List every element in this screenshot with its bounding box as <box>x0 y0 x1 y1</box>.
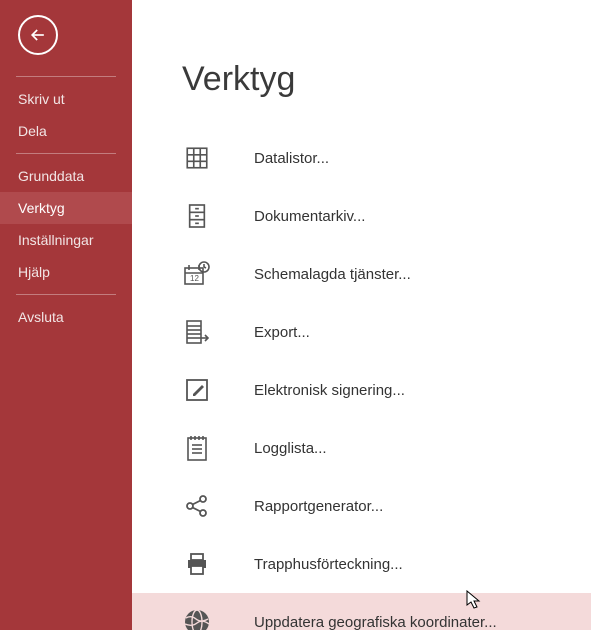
svg-text:12: 12 <box>190 274 199 283</box>
page-title: Verktyg <box>182 60 591 99</box>
divider <box>16 76 116 77</box>
tool-label: Dokumentarkiv... <box>254 208 365 225</box>
tool-scheduled-services[interactable]: 12 Schemalagda tjänster... <box>132 245 591 303</box>
tool-label: Export... <box>254 324 310 341</box>
printer-icon <box>182 549 212 579</box>
main-content: Verktyg Datalistor... Dokumentarkiv.. <box>132 0 591 630</box>
tool-label: Trapphusförteckning... <box>254 556 403 573</box>
nav-tools[interactable]: Verktyg <box>0 192 132 224</box>
nav-exit[interactable]: Avsluta <box>0 301 132 333</box>
tool-update-geo-coordinates[interactable]: Uppdatera geografiska koordinater... <box>132 593 591 630</box>
tool-label: Elektronisk signering... <box>254 382 405 399</box>
nav-basedata[interactable]: Grunddata <box>0 160 132 192</box>
back-button[interactable] <box>18 15 58 55</box>
grid-icon <box>182 143 212 173</box>
tool-electronic-signing[interactable]: Elektronisk signering... <box>132 361 591 419</box>
notepad-icon <box>182 433 212 463</box>
archive-icon <box>182 201 212 231</box>
globe-icon <box>182 607 212 630</box>
edit-sign-icon <box>182 375 212 405</box>
tool-label: Rapportgenerator... <box>254 498 383 515</box>
divider <box>16 294 116 295</box>
tool-log-list[interactable]: Logglista... <box>132 419 591 477</box>
tool-export[interactable]: Export... <box>132 303 591 361</box>
export-icon <box>182 317 212 347</box>
arrow-left-icon <box>28 25 48 45</box>
tool-datalists[interactable]: Datalistor... <box>132 129 591 187</box>
divider <box>16 153 116 154</box>
tool-stairwell-list[interactable]: Trapphusförteckning... <box>132 535 591 593</box>
nav-settings[interactable]: Inställningar <box>0 224 132 256</box>
calendar-clock-icon: 12 <box>182 259 212 289</box>
tool-label: Uppdatera geografiska koordinater... <box>254 614 497 630</box>
tool-label: Logglista... <box>254 440 327 457</box>
sidebar: Skriv ut Dela Grunddata Verktyg Inställn… <box>0 0 132 630</box>
tool-list: Datalistor... Dokumentarkiv... 12 <box>132 129 591 630</box>
share-nodes-icon <box>182 491 212 521</box>
nav-print[interactable]: Skriv ut <box>0 83 132 115</box>
tool-label: Schemalagda tjänster... <box>254 266 411 283</box>
tool-document-archive[interactable]: Dokumentarkiv... <box>132 187 591 245</box>
nav-help[interactable]: Hjälp <box>0 256 132 288</box>
nav-share[interactable]: Dela <box>0 115 132 147</box>
tool-report-generator[interactable]: Rapportgenerator... <box>132 477 591 535</box>
tool-label: Datalistor... <box>254 150 329 167</box>
